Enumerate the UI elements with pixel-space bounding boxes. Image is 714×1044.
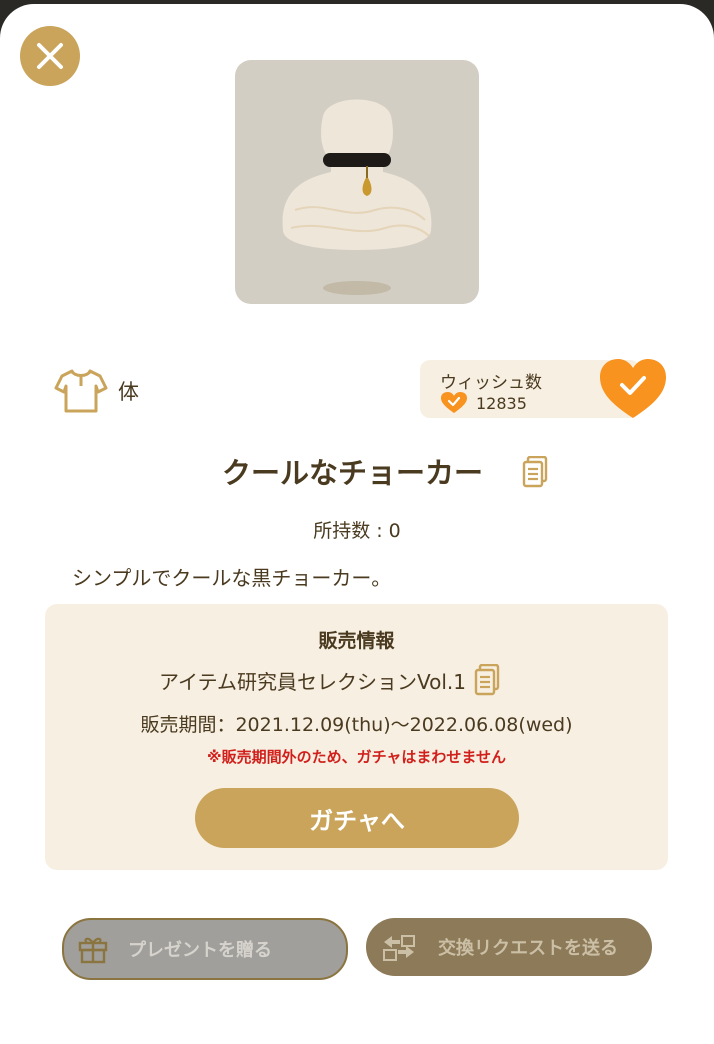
document-icon <box>474 664 500 696</box>
send-present-label: プレゼントを贈る <box>128 940 272 961</box>
gacha-name: アイテム研究員セレクションVol.1 <box>159 669 467 694</box>
wish-count-row: 12835 <box>440 392 527 414</box>
close-icon <box>37 43 63 69</box>
gacha-unavailable-notice: ※販売期間外のため、ガチャはまわせません <box>207 748 506 766</box>
send-trade-request-label: 交換リクエストを送る <box>438 938 618 959</box>
item-name: クールなチョーカー <box>222 456 484 490</box>
shirt-icon <box>54 369 108 413</box>
close-button[interactable] <box>20 26 80 86</box>
send-present-button[interactable]: プレゼントを贈る <box>62 918 348 980</box>
go-to-gacha-button[interactable]: ガチャへ <box>195 788 519 848</box>
heart-check-icon <box>600 359 666 418</box>
small-heart-check-icon <box>441 392 467 413</box>
send-trade-request-button[interactable]: 交換リクエストを送る <box>366 918 652 976</box>
wish-count: 12835 <box>476 393 527 413</box>
item-image <box>235 60 479 304</box>
sale-period: 販売期間：2021.12.09(thu)〜2022.06.08(wed) <box>140 714 573 736</box>
sale-info-title: 販売情報 <box>318 630 395 652</box>
choker-item-image <box>282 99 432 295</box>
item-description: シンプルでクールな黒チョーカー。 <box>72 566 392 590</box>
wish-title: ウィッシュ数 <box>440 373 542 393</box>
owned-count: 所持数 : 0 <box>313 520 401 542</box>
wish-button[interactable] <box>598 358 668 420</box>
exchange-icon <box>380 932 418 962</box>
copy-item-name-button[interactable] <box>522 455 548 492</box>
slot-label: 体 <box>118 380 139 404</box>
document-icon <box>522 455 548 488</box>
sale-info-panel: 販売情報 アイテム研究員セレクションVol.1 販売期間：2021.12.09(… <box>45 604 668 870</box>
gacha-name-row: アイテム研究員セレクションVol.1 <box>159 664 500 696</box>
item-detail-modal: 体 ウィッシュ数 12835 クールなチョーカー 所持数 : 0 シンプルでクー… <box>0 4 714 1044</box>
copy-gacha-name-button[interactable] <box>474 664 500 696</box>
equip-slot: 体 <box>54 368 139 414</box>
gift-icon <box>78 934 108 964</box>
